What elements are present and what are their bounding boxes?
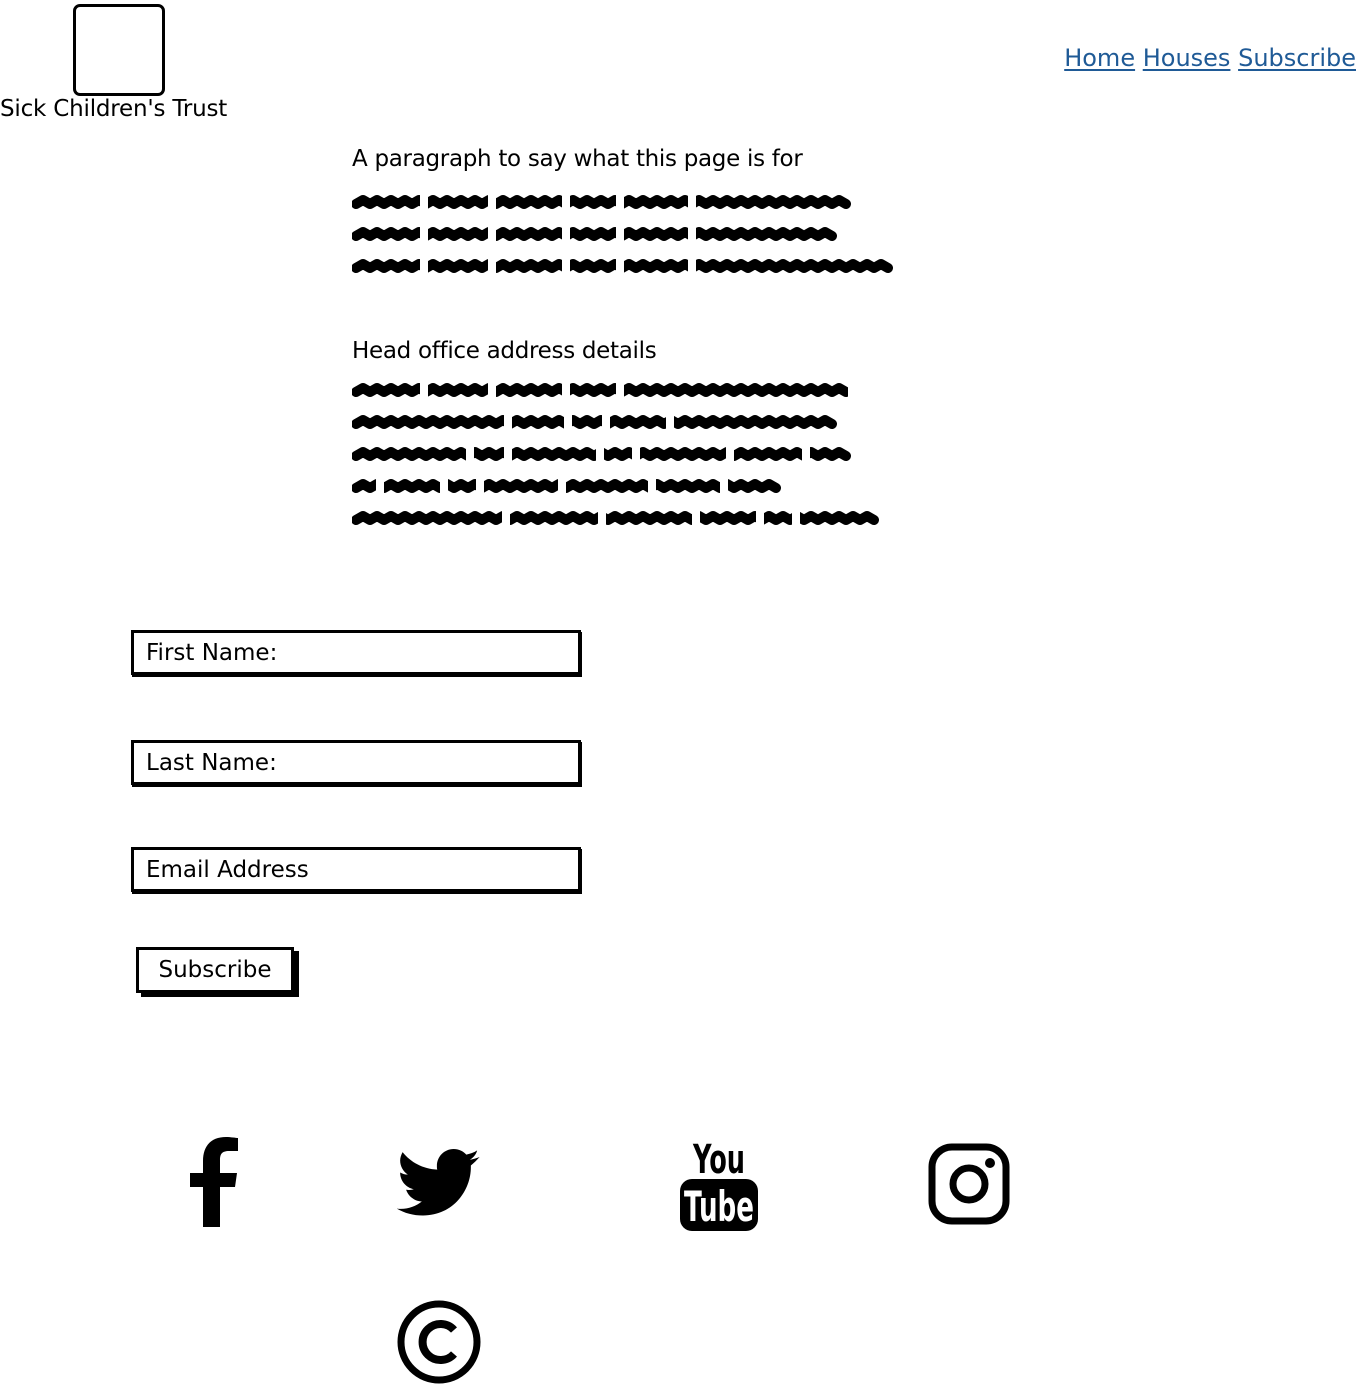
instagram-icon[interactable] — [928, 1143, 1010, 1225]
address-scribble-text — [352, 380, 900, 528]
nav-subscribe-link[interactable]: Subscribe — [1238, 44, 1356, 72]
last-name-input[interactable] — [134, 743, 578, 782]
intro-scribble-text — [352, 192, 893, 282]
last-name-field — [131, 740, 581, 785]
email-field — [131, 847, 581, 892]
youtube-icon[interactable]: You Tube — [679, 1135, 759, 1233]
first-name-input[interactable] — [134, 633, 578, 672]
logo-placeholder[interactable] — [73, 4, 165, 96]
nav-houses-link[interactable]: Houses — [1143, 44, 1231, 72]
first-name-field — [131, 630, 581, 675]
nav-home-link[interactable]: Home — [1064, 44, 1135, 72]
intro-heading: A paragraph to say what this page is for — [352, 146, 803, 172]
address-heading: Head office address details — [352, 338, 657, 364]
subscribe-button[interactable]: Subscribe — [136, 947, 294, 993]
copyright-icon — [397, 1300, 481, 1384]
email-input[interactable] — [134, 850, 578, 889]
facebook-icon[interactable] — [190, 1137, 238, 1227]
twitter-icon[interactable] — [397, 1148, 481, 1220]
svg-text:You: You — [692, 1137, 745, 1183]
logo-text: Sick Children's Trust — [0, 96, 228, 122]
main-nav: Home Houses Subscribe — [1064, 44, 1356, 72]
svg-text:Tube: Tube — [684, 1182, 754, 1231]
